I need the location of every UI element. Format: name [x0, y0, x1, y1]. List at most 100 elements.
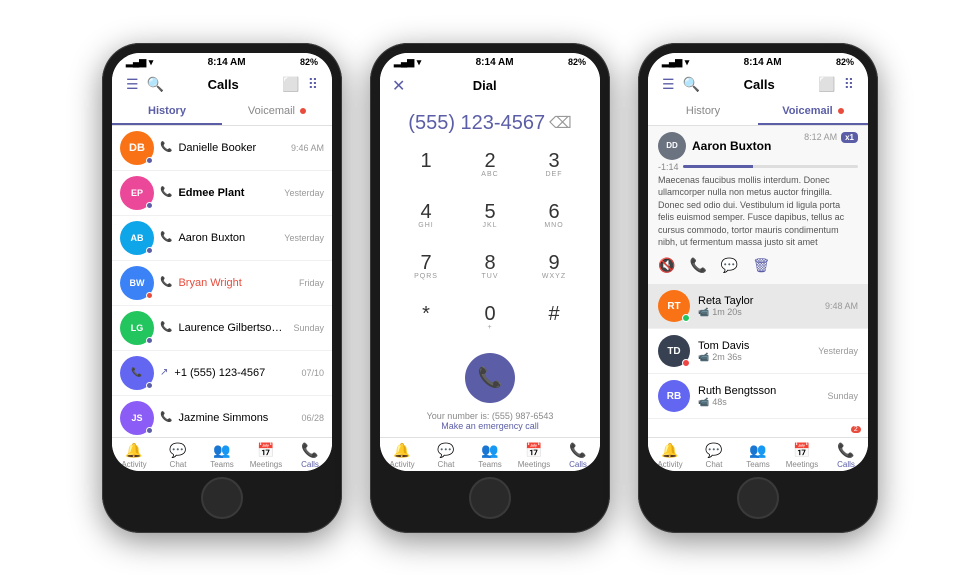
tab-voicemail-3[interactable]: Voicemail — [758, 99, 868, 125]
vm-duration: 📹 2m 36s — [698, 352, 810, 363]
meetings-icon: 📅 — [257, 442, 274, 459]
table-row[interactable]: JS 📞 Jazmine Simmons 06/28 — [112, 396, 332, 437]
nav-label: Meetings — [786, 460, 818, 469]
nav-activity-3[interactable]: 🔔 Activity — [648, 442, 692, 469]
key-hash[interactable]: # — [524, 296, 584, 343]
call-back-icon[interactable]: 📞 — [689, 257, 706, 274]
caller-name: Edmee Plant — [178, 187, 278, 199]
voicemail-sender-name: Aaron Buxton — [692, 139, 771, 153]
key-8[interactable]: 8TUV — [460, 245, 520, 292]
key-1[interactable]: 1 — [396, 143, 456, 190]
vm-time: Yesterday — [818, 346, 858, 356]
nav-teams[interactable]: 👥 Teams — [200, 442, 244, 469]
status-bar-3: ▂▄▆ ▾ 8:14 AM 82% — [648, 53, 868, 70]
calls-icon: 📞 — [301, 442, 318, 458]
outgoing-dot — [146, 382, 153, 389]
call-time: 06/28 — [301, 413, 324, 423]
calls-icon-wrap-3: 📞 2 — [837, 442, 854, 459]
table-row[interactable]: LG 📞 Laurence Gilbertson (3) Sunday — [112, 306, 332, 351]
close-button[interactable]: ✕ — [392, 76, 405, 96]
home-button-2[interactable] — [469, 477, 511, 519]
vm-time: 9:48 AM — [825, 301, 858, 311]
nav-label: Teams — [746, 460, 770, 469]
nav-chat-3[interactable]: 💬 Chat — [692, 442, 736, 469]
caller-name: Jazmine Simmons — [178, 412, 295, 424]
key-5[interactable]: 5JKL — [460, 194, 520, 241]
nav-meetings[interactable]: 📅 Meetings — [244, 442, 288, 469]
nav-activity-2[interactable]: 🔔 Activity — [380, 442, 424, 469]
dial-title: Dial — [405, 78, 564, 93]
key-letters: MNO — [544, 222, 563, 232]
nav-meetings-2[interactable]: 📅 Meetings — [512, 442, 556, 469]
table-row[interactable]: 📞 ↗ +1 (555) 123-4567 07/10 — [112, 351, 332, 396]
teams-icon-3: 👥 — [749, 442, 766, 459]
vm-name: Reta Taylor — [698, 295, 817, 307]
hamburger-icon-3[interactable]: ☰ — [658, 74, 679, 95]
activity-icon-2: 🔔 — [393, 442, 410, 459]
call-type-icon: 📞 — [160, 277, 172, 288]
dial-header: ✕ Dial — [380, 70, 600, 102]
calls-icon-2: 📞 — [569, 442, 586, 459]
nav-teams-2[interactable]: 👥 Teams — [468, 442, 512, 469]
status-dot — [682, 359, 690, 367]
delete-icon[interactable]: 🗑 — [752, 257, 770, 274]
vm-time: Sunday — [827, 391, 858, 401]
key-4[interactable]: 4GHI — [396, 194, 456, 241]
chat-icon-2: 💬 — [437, 442, 454, 459]
grid-icon[interactable]: ⠿ — [304, 74, 322, 95]
call-type-icon: 📞 — [160, 232, 172, 243]
table-row[interactable]: BW 📞 Bryan Wright Friday — [112, 261, 332, 306]
key-7[interactable]: 7PQRS — [396, 245, 456, 292]
nav-calls-3[interactable]: 📞 2 Calls — [824, 442, 868, 469]
list-item[interactable]: RT Reta Taylor 📹 1m 20s 9:48 AM — [648, 284, 868, 329]
nav-calls-2[interactable]: 📞 Calls — [556, 442, 600, 469]
search-icon-3[interactable]: 🔍 — [679, 74, 704, 95]
dial-call-button[interactable]: 📞 — [465, 353, 515, 403]
nav-meetings-3[interactable]: 📅 Meetings — [780, 442, 824, 469]
tab-voicemail-1[interactable]: Voicemail — [222, 99, 332, 125]
voicemail-count-badge: x1 — [841, 132, 858, 143]
avatar: JS — [120, 401, 154, 435]
backspace-button[interactable]: ⌫ — [549, 113, 572, 133]
profile-icon[interactable]: ⬜ — [278, 74, 303, 95]
hamburger-icon[interactable]: ☰ — [122, 74, 143, 95]
table-row[interactable]: EP 📞 Edmee Plant Yesterday — [112, 171, 332, 216]
table-row[interactable]: AB 📞 Aaron Buxton Yesterday — [112, 216, 332, 261]
nav-label: Activity — [121, 460, 146, 469]
key-3[interactable]: 3DEF — [524, 143, 584, 190]
profile-icon-3[interactable]: ⬜ — [814, 74, 839, 95]
tab-history-1[interactable]: History — [112, 99, 222, 125]
voicemail-list: RT Reta Taylor 📹 1m 20s 9:48 AM TD Tom D… — [648, 284, 868, 436]
nav-activity[interactable]: 🔔 Activity — [112, 442, 156, 469]
vm-info: Ruth Bengtsson 📹 48s — [698, 385, 819, 408]
key-0[interactable]: 0+ — [460, 296, 520, 343]
your-number-text: Your number is: (555) 987-6543 — [380, 411, 600, 421]
caller-name: Laurence Gilbertson (3) — [178, 322, 287, 334]
table-row[interactable]: DB 📞 Danielle Booker 9:46 AM — [112, 126, 332, 171]
mute-icon[interactable]: 🔇 — [658, 257, 675, 274]
search-icon[interactable]: 🔍 — [143, 74, 168, 95]
call-time: Sunday — [293, 323, 324, 333]
key-9[interactable]: 9WXYZ — [524, 245, 584, 292]
nav-chat[interactable]: 💬 Chat — [156, 442, 200, 469]
app-header-1: ☰ 🔍 Calls ⬜ ⠿ — [112, 70, 332, 99]
list-item[interactable]: RB Ruth Bengtsson 📹 48s Sunday — [648, 374, 868, 419]
grid-icon-3[interactable]: ⠿ — [840, 74, 858, 95]
voicemail-progress-wrap: -1:14 — [658, 162, 858, 172]
home-button-1[interactable] — [201, 477, 243, 519]
list-item[interactable]: TD Tom Davis 📹 2m 36s Yesterday — [648, 329, 868, 374]
call-type-icon: 📞 — [160, 412, 172, 423]
key-2[interactable]: 2ABC — [460, 143, 520, 190]
key-6[interactable]: 6MNO — [524, 194, 584, 241]
bottom-nav-2: 🔔 Activity 💬 Chat 👥 Teams 📅 Meetings 📞 — [380, 437, 600, 471]
nav-label: Chat — [706, 460, 723, 469]
nav-teams-3[interactable]: 👥 Teams — [736, 442, 780, 469]
home-button-3[interactable] — [737, 477, 779, 519]
vm-name: Ruth Bengtsson — [698, 385, 819, 397]
nav-calls[interactable]: 📞 Calls — [288, 442, 332, 469]
message-icon[interactable]: 💬 — [721, 257, 738, 274]
emergency-call-link[interactable]: Make an emergency call — [380, 421, 600, 431]
nav-chat-2[interactable]: 💬 Chat — [424, 442, 468, 469]
tab-history-3[interactable]: History — [648, 99, 758, 125]
key-star[interactable]: * — [396, 296, 456, 343]
